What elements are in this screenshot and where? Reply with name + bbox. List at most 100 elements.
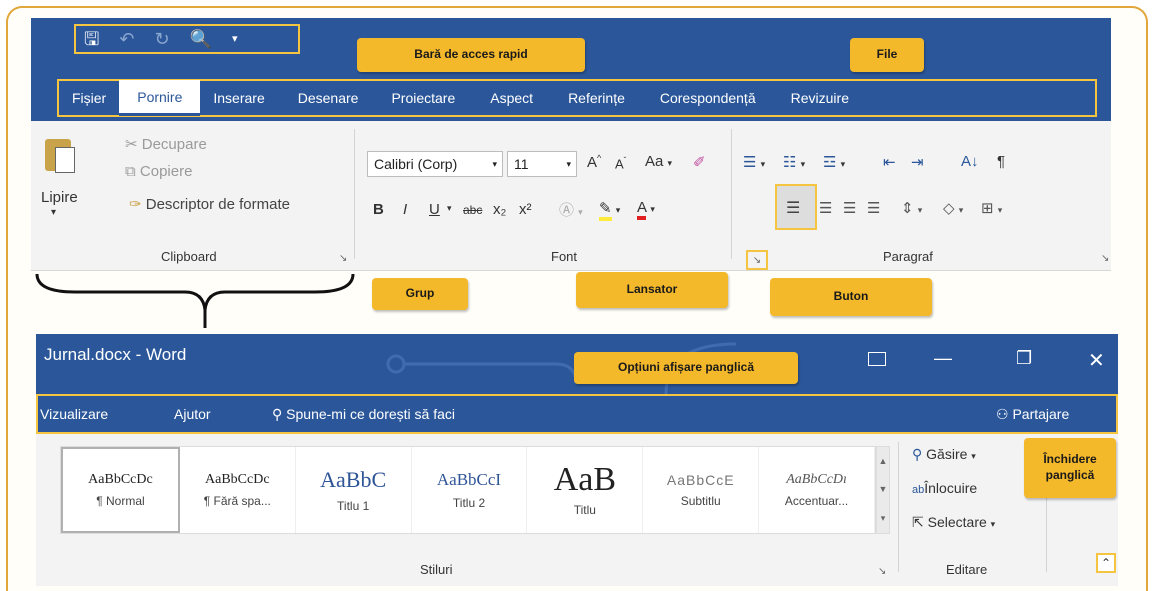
redo-icon[interactable]: ↻ — [154, 30, 169, 48]
change-case-button[interactable]: Aa ▾ — [645, 153, 672, 170]
chevron-down-icon: ▾ — [492, 158, 497, 169]
callout-collapse-ribbon: Închidere panglică — [1024, 438, 1116, 498]
style-no-spacing[interactable]: AaBbCcDc ¶ Fără spa... — [180, 447, 296, 533]
underline-dropdown-icon[interactable]: ▾ — [447, 203, 452, 214]
callout-launcher: Lansator — [576, 272, 728, 308]
font-name-combo[interactable]: Calibri (Corp) ▾ — [367, 151, 503, 177]
subscript-button[interactable]: x₂ — [493, 201, 506, 218]
bullets-icon[interactable]: ☰ ▾ — [743, 153, 765, 171]
more-icon[interactable]: ▾ — [881, 513, 886, 524]
group-separator — [731, 129, 732, 259]
tab-layout[interactable]: Aspect — [468, 90, 546, 106]
tab-draw[interactable]: Desenare — [278, 90, 372, 106]
window-title: Jurnal.docx - Word — [44, 345, 187, 364]
tell-me-bar: Vizualizare Ajutor ⚲ Spune-mi ce dorești… — [36, 394, 1118, 434]
format-painter-button[interactable]: ✑ Descriptor de formate — [129, 195, 290, 213]
shrink-font-icon[interactable]: Aˇ — [615, 156, 626, 171]
italic-button[interactable]: I — [403, 201, 407, 218]
undo-icon[interactable]: ↶ — [119, 30, 134, 48]
ribbon-display-options-icon[interactable] — [868, 352, 886, 366]
style-heading-1[interactable]: AaBbC Titlu 1 — [296, 447, 412, 533]
increase-indent-icon[interactable]: ⇥ — [911, 153, 924, 171]
justify-icon[interactable]: ☰ — [867, 199, 880, 217]
paste-button[interactable]: Lipire — [41, 189, 78, 206]
style-normal[interactable]: AaBbCcDc ¶ Normal — [61, 447, 180, 533]
align-right-icon[interactable]: ☰ — [843, 199, 856, 217]
select-button[interactable]: ⇱ Selectare ▾ — [912, 514, 995, 531]
tell-me-search[interactable]: ⚲ Spune-mi ce dorești să faci — [272, 406, 455, 423]
copy-button[interactable]: ⧉ Copiere — [125, 163, 192, 180]
tab-view[interactable]: Vizualizare — [40, 406, 108, 422]
brush-icon: ✑ — [129, 196, 146, 213]
align-left-button[interactable]: ☰ — [775, 184, 817, 230]
superscript-button[interactable]: x² — [519, 201, 532, 218]
group-separator — [898, 442, 899, 572]
group-brace — [35, 273, 355, 328]
lightbulb-icon: ⚲ — [272, 405, 287, 422]
share-button[interactable]: ⚇ Partajare — [996, 406, 1069, 423]
callout-group: Grup — [372, 278, 468, 310]
tab-insert[interactable]: Inserare — [200, 90, 277, 106]
tab-design[interactable]: Proiectare — [371, 90, 468, 106]
grow-font-icon[interactable]: A^ — [587, 153, 601, 171]
group-separator — [354, 129, 355, 259]
shading-icon[interactable]: ◇ ▾ — [943, 199, 963, 217]
minimize-icon[interactable]: — — [934, 348, 952, 369]
highlight-color-icon[interactable]: ✎ ▾ — [599, 199, 620, 221]
line-spacing-icon[interactable]: ⇕ ▾ — [901, 199, 922, 217]
align-center-icon[interactable]: ☰ — [819, 199, 832, 217]
borders-icon[interactable]: ⊞ ▾ — [981, 199, 1002, 217]
tab-help[interactable]: Ajutor — [174, 406, 211, 422]
callout-quick-access: Bară de acces rapid — [357, 38, 585, 72]
decrease-indent-icon[interactable]: ⇤ — [883, 153, 896, 171]
underline-button[interactable]: U — [429, 201, 440, 218]
font-color-button[interactable]: A ▾ — [637, 199, 655, 220]
text-effects-icon[interactable]: Ⓐ ▾ — [559, 199, 583, 220]
chevron-up-icon: ⌃ — [1100, 556, 1112, 570]
print-preview-icon[interactable]: 🔍 — [190, 30, 212, 48]
find-button[interactable]: ⚲ Găsire ▾ — [912, 446, 976, 463]
copy-icon: ⧉ — [125, 163, 140, 180]
clear-formatting-icon[interactable]: ✐ — [693, 153, 706, 171]
collapse-ribbon-button[interactable]: ⌃ — [1096, 553, 1116, 573]
multilevel-list-icon[interactable]: ☲ ▾ — [823, 153, 845, 171]
replace-icon: ab — [912, 484, 925, 496]
tab-file[interactable]: Fișier — [59, 90, 119, 106]
person-icon: ⚇ — [996, 405, 1013, 422]
chevron-up-icon[interactable]: ▲ — [879, 456, 888, 466]
show-formatting-button[interactable]: ¶ — [997, 153, 1005, 170]
style-title[interactable]: AaB Titlu — [527, 447, 644, 533]
chevron-down-icon[interactable]: ▼ — [879, 484, 888, 494]
styles-group-label: Stiluri — [420, 562, 453, 577]
ribbon-styles-editing: AaBbCcDc ¶ Normal AaBbCcDc ¶ Fără spa...… — [36, 434, 1118, 586]
sort-button[interactable]: A↓ — [961, 153, 979, 170]
styles-launcher-icon[interactable]: ↘ — [878, 566, 886, 577]
tab-references[interactable]: Referințe — [546, 90, 638, 106]
cut-button[interactable]: ✂ Decupare — [125, 135, 207, 153]
paste-dropdown-icon[interactable]: ▾ — [51, 207, 56, 218]
paragraph-launcher-icon[interactable]: ↘ — [1101, 253, 1109, 264]
customize-qat-icon[interactable]: ▾ — [232, 33, 238, 45]
tab-review[interactable]: Revizuire — [769, 90, 862, 106]
tab-mailings[interactable]: Corespondență — [638, 90, 769, 106]
tab-home[interactable]: Pornire — [119, 80, 201, 116]
save-icon[interactable]: 🖫 — [84, 30, 99, 48]
font-size-combo[interactable]: 11 ▾ — [507, 151, 577, 177]
restore-icon[interactable]: ❐ — [1016, 348, 1032, 369]
style-emphasis[interactable]: AaBbCcDı Accentuar... — [759, 447, 876, 533]
replace-button[interactable]: abÎnlocuire — [912, 480, 977, 496]
ribbon-home: Lipire ▾ ✂ Decupare ⧉ Copiere ✑ Descript… — [31, 121, 1111, 271]
numbering-icon[interactable]: ☷ ▾ — [783, 153, 805, 171]
style-subtitle[interactable]: AaBbCcE Subtitlu — [643, 447, 760, 533]
strikethrough-button[interactable]: abc — [463, 203, 482, 217]
styles-gallery-scroll[interactable]: ▲ ▼ ▾ — [876, 446, 890, 534]
paragraph-group-label: Paragraf — [883, 249, 933, 264]
style-heading-2[interactable]: AaBbCcI Titlu 2 — [412, 447, 528, 533]
bold-button[interactable]: B — [373, 201, 384, 218]
font-launcher-icon[interactable]: ↘ — [746, 250, 768, 270]
clipboard-icon[interactable] — [45, 133, 77, 175]
clipboard-launcher-icon[interactable]: ↘ — [339, 253, 347, 264]
close-icon[interactable]: ✕ — [1088, 348, 1105, 373]
search-icon: ⚲ — [912, 446, 927, 462]
font-group-label: Font — [551, 249, 578, 264]
